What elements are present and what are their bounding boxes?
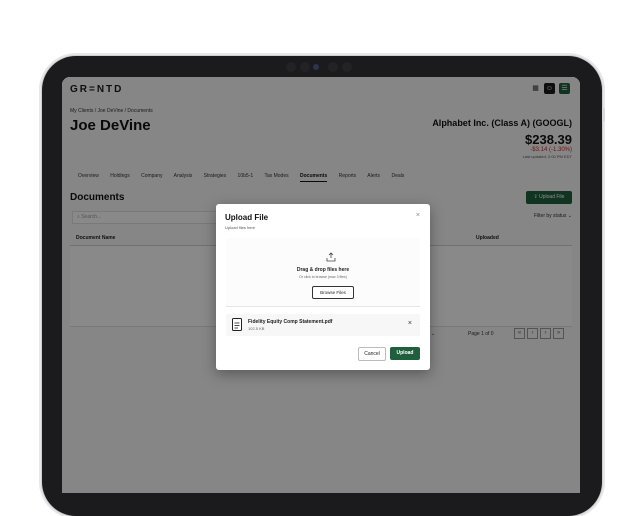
sensor (342, 62, 352, 72)
remove-file-icon[interactable]: × (408, 320, 412, 327)
document-icon (232, 318, 242, 331)
sensor (300, 62, 310, 72)
upload-modal: Upload File Upload files here × Drag & d… (216, 204, 430, 370)
modal-subtitle: Upload files here (225, 225, 256, 230)
sensor (328, 62, 338, 72)
upload-button[interactable]: Upload (390, 347, 420, 360)
side-button (602, 108, 605, 122)
drop-text: Drag & drop files here (296, 267, 350, 273)
selected-file: Fidelity Equity Comp Statement.pdf 102.5… (226, 314, 420, 336)
upload-icon (326, 252, 336, 262)
file-size: 102.5 KB (248, 326, 265, 331)
cancel-button[interactable]: Cancel (358, 347, 386, 361)
browse-files-button[interactable]: Browse Files (312, 286, 354, 299)
modal-title: Upload File (225, 213, 269, 222)
close-icon[interactable]: × (416, 212, 420, 219)
sensor (286, 62, 296, 72)
drop-zone[interactable]: Drag & drop files here Or click to brows… (226, 238, 420, 307)
file-name: Fidelity Equity Comp Statement.pdf (248, 319, 333, 325)
drop-subtext: Or click to browse (max 3 files) (299, 275, 347, 279)
camera (313, 64, 319, 70)
